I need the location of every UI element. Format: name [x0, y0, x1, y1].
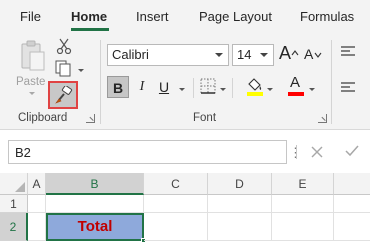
tab-page-layout[interactable]: Page Layout	[199, 9, 272, 24]
enter-check-icon[interactable]	[345, 144, 359, 162]
paste-dropdown-icon	[29, 92, 35, 95]
name-box-value: B2	[15, 145, 31, 160]
row-header-2[interactable]: 2	[0, 213, 28, 241]
row-header-1[interactable]: 1	[0, 195, 28, 213]
tab-home[interactable]: Home	[71, 9, 107, 24]
separator	[232, 78, 233, 98]
align-left-icon[interactable]	[340, 44, 356, 65]
font-name-dropdown-icon	[215, 53, 223, 57]
font-color-swatch	[288, 92, 304, 96]
paste-button[interactable]: Paste	[14, 38, 50, 95]
paste-label: Paste	[16, 76, 46, 88]
cell-c2[interactable]	[144, 213, 208, 241]
select-all-corner[interactable]	[0, 173, 28, 195]
more-options-icon[interactable]: ⋮	[289, 145, 302, 161]
cell-b1[interactable]	[46, 195, 144, 213]
underline-button[interactable]: U	[156, 76, 172, 98]
font-name-combobox[interactable]: Calibri	[107, 44, 229, 66]
tab-file[interactable]: File	[20, 9, 41, 24]
font-size-combobox[interactable]: 14	[232, 44, 274, 66]
group-separator	[331, 40, 332, 124]
column-header-e[interactable]: E	[272, 173, 334, 195]
cell-d1[interactable]	[208, 195, 272, 213]
caret-up-icon	[291, 43, 299, 61]
formula-bar: B2 ⋮	[0, 131, 370, 173]
borders-dropdown-icon[interactable]	[220, 88, 226, 91]
clipboard-group-label: Clipboard	[18, 112, 68, 124]
cell-a2[interactable]	[28, 213, 46, 241]
font-size-value: 14	[237, 47, 252, 62]
cut-icon[interactable]	[56, 38, 72, 59]
copy-dropdown-icon[interactable]	[78, 69, 84, 72]
cell-a1[interactable]	[28, 195, 46, 213]
grow-font-letter: A	[279, 43, 292, 63]
worksheet-grid: A B C D E 1 2 Total	[0, 173, 370, 251]
cell-c1[interactable]	[144, 195, 208, 213]
cell-f2[interactable]	[334, 213, 370, 241]
grow-font-button[interactable]: A	[279, 43, 299, 65]
paste-clipboard-icon	[20, 40, 46, 77]
separator	[296, 145, 297, 159]
column-header-next[interactable]	[334, 173, 370, 195]
cell-e1[interactable]	[272, 195, 334, 213]
font-size-dropdown-icon	[260, 53, 268, 57]
underline-dropdown-icon[interactable]	[179, 88, 185, 91]
cancel-icon[interactable]	[311, 145, 323, 163]
caret-down-icon	[314, 45, 322, 63]
font-name-value: Calibri	[112, 47, 149, 62]
cell-d2[interactable]	[208, 213, 272, 241]
shrink-font-button[interactable]: A	[304, 45, 324, 67]
column-header-b[interactable]: B	[46, 173, 144, 195]
italic-button[interactable]: I	[133, 76, 151, 98]
font-dialog-launcher-icon[interactable]	[318, 114, 327, 123]
borders-icon[interactable]	[200, 78, 216, 99]
clipboard-dialog-launcher-icon[interactable]	[86, 114, 95, 123]
cell-f1[interactable]	[334, 195, 370, 213]
copy-icon[interactable]	[55, 60, 77, 83]
align-left-icon[interactable]	[340, 80, 356, 101]
separator	[193, 78, 194, 98]
fill-color-icon[interactable]	[246, 76, 264, 101]
active-tab-indicator	[71, 28, 109, 31]
name-box[interactable]: B2	[8, 140, 287, 164]
ribbon-tabs: File Home Insert Page Layout Formulas	[0, 0, 370, 34]
format-painter-icon	[55, 85, 73, 109]
format-painter-button[interactable]	[48, 81, 78, 109]
font-color-letter: A	[290, 74, 301, 91]
tab-insert[interactable]: Insert	[136, 9, 169, 24]
column-header-c[interactable]: C	[144, 173, 208, 195]
font-color-button[interactable]: A	[288, 74, 304, 98]
cell-e2[interactable]	[272, 213, 334, 241]
bold-button[interactable]: B	[107, 76, 129, 98]
column-header-a[interactable]: A	[28, 173, 46, 195]
ribbon: Paste Clipboard Calibri 14 A A B I U A F…	[0, 34, 370, 130]
font-color-dropdown-icon[interactable]	[309, 88, 315, 91]
font-group-label: Font	[193, 112, 217, 124]
fill-color-dropdown-icon[interactable]	[267, 88, 273, 91]
cell-b2[interactable]: Total	[46, 213, 144, 241]
column-header-d[interactable]: D	[208, 173, 272, 195]
group-separator	[100, 40, 101, 124]
shrink-font-letter: A	[304, 46, 314, 62]
tab-formulas[interactable]: Formulas	[300, 9, 354, 24]
